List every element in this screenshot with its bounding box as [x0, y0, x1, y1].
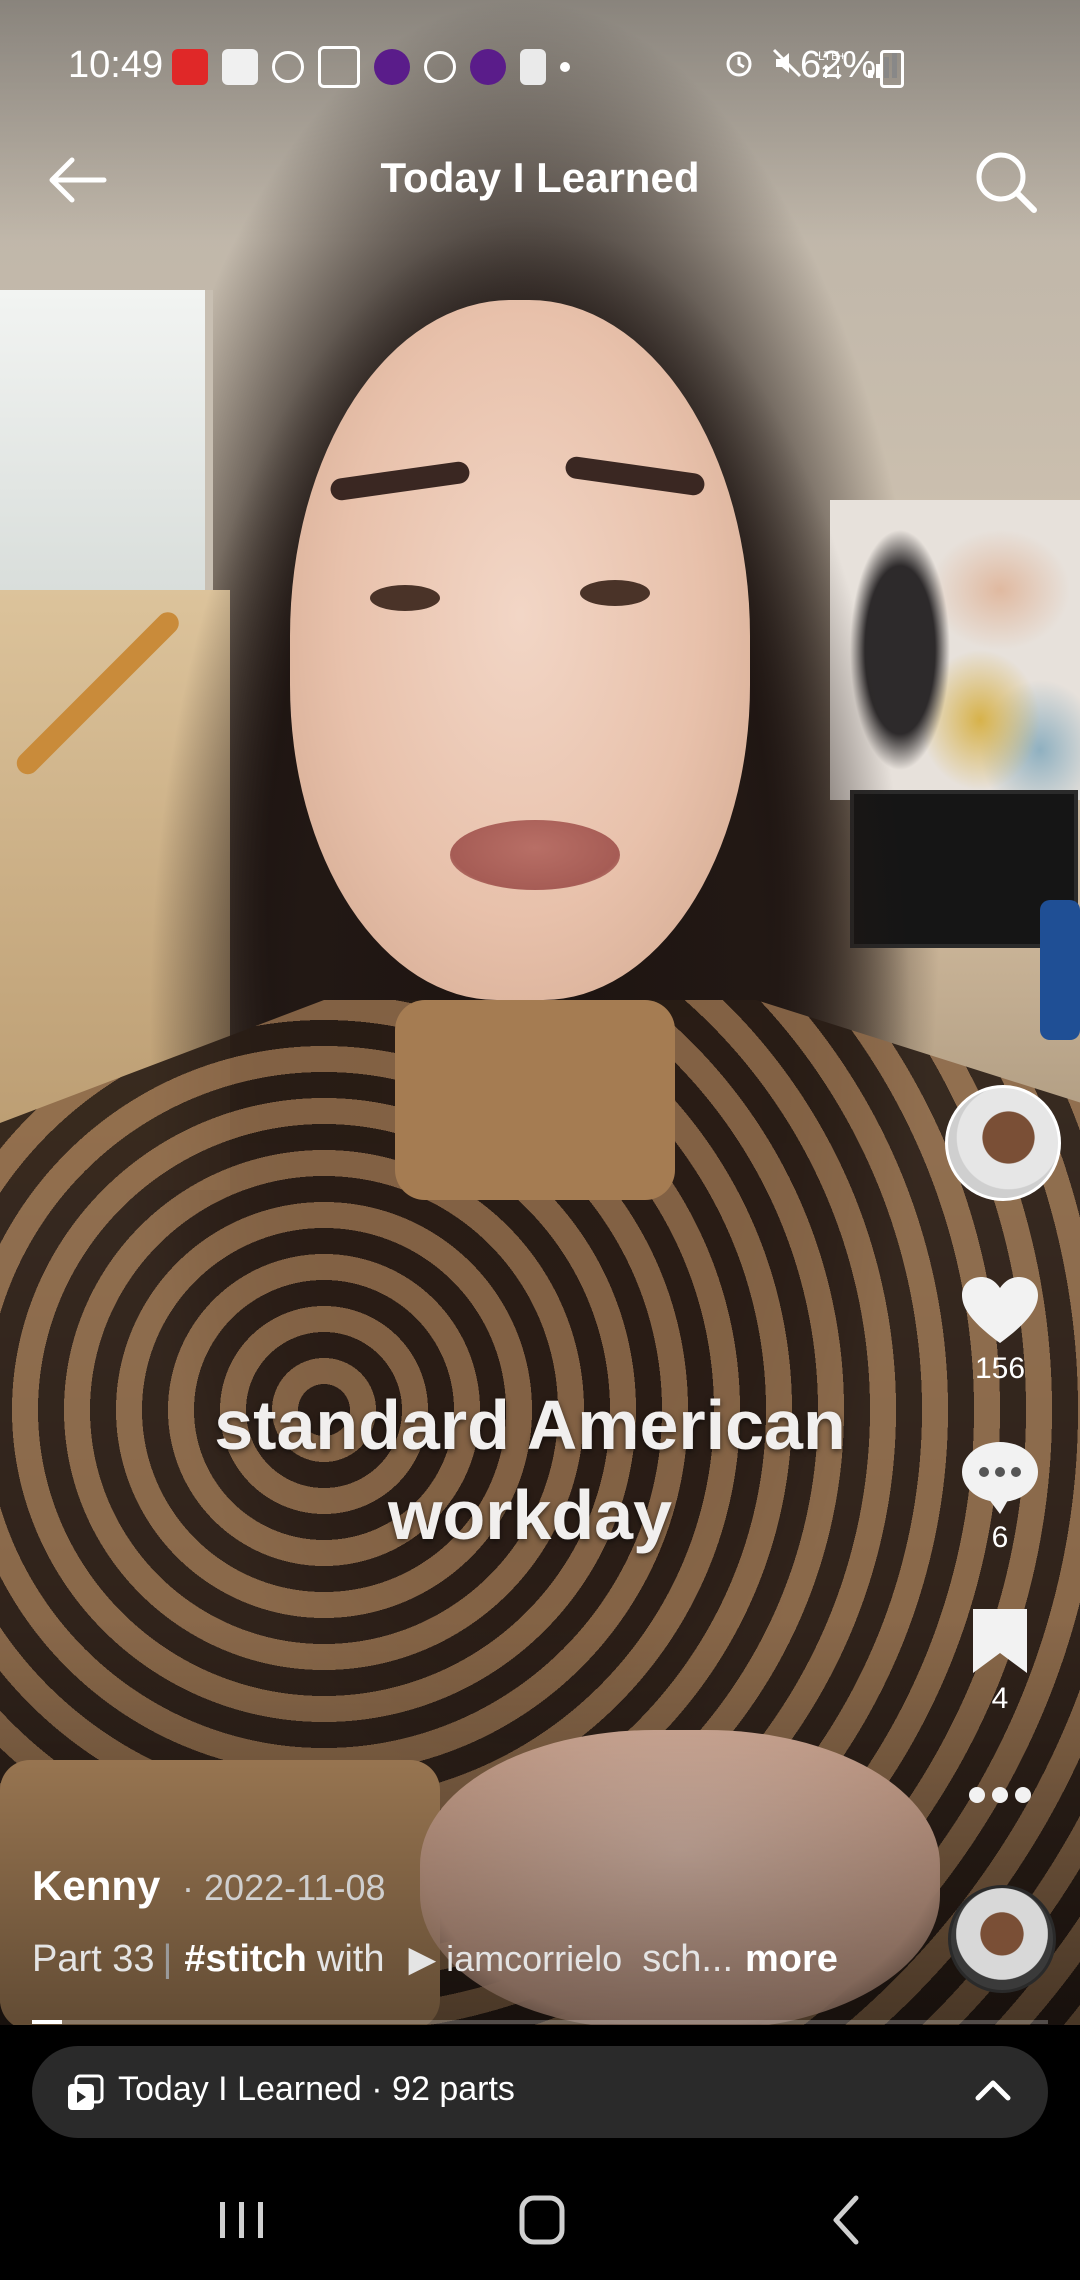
video-caption: standard American workday [140, 1380, 920, 1560]
more-link[interactable]: more [745, 1938, 838, 1980]
desc-with: with [316, 1938, 385, 1980]
like-button[interactable]: 156 [945, 1275, 1055, 1386]
author-name[interactable]: Kenny [32, 1862, 160, 1909]
recent-apps-button[interactable] [182, 2180, 302, 2260]
video-progress-fill [32, 2020, 63, 2024]
comment-icon [962, 1442, 1038, 1514]
like-count: 156 [974, 1352, 1026, 1385]
home-button[interactable] [482, 2180, 602, 2260]
caption-line-1: standard American [214, 1386, 846, 1464]
part-label: Part 33 [32, 1938, 155, 1980]
post-date: · 2022-11-08 [182, 1867, 386, 1908]
hashtag-stitch[interactable]: #stitch [184, 1938, 306, 1980]
timer-app-icon [272, 51, 304, 83]
mute-icon [772, 48, 802, 78]
more-options-button[interactable] [965, 1780, 1035, 1810]
pen-app-icon [424, 51, 456, 83]
creator-avatar[interactable] [945, 1085, 1061, 1201]
heart-icon [962, 1277, 1038, 1343]
search-button[interactable] [968, 144, 1044, 220]
gmail-icon [318, 46, 360, 88]
video-frame[interactable] [0, 0, 1080, 2025]
bookmark-icon [973, 1609, 1027, 1673]
comment-count: 6 [991, 1521, 1009, 1554]
back-nav-button[interactable] [786, 2180, 906, 2260]
status-time: 10:49 [68, 44, 164, 86]
mention-link[interactable]: ▶ iamcorrielo [408, 1938, 622, 1979]
message-app-icon [222, 49, 258, 85]
clipboard-icon [520, 49, 546, 85]
notification-icons [172, 46, 570, 88]
todo-app-icon [172, 49, 208, 85]
app-notification-icon-2 [470, 49, 506, 85]
page-title: Today I Learned [380, 154, 700, 201]
video-progress-bar[interactable] [32, 2020, 1048, 2024]
app-notification-icon [374, 49, 410, 85]
alarm-icon [726, 51, 752, 77]
chevron-up-icon[interactable] [972, 2070, 1014, 2112]
battery-percent: 62% [800, 44, 877, 86]
playlist-icon [68, 2074, 104, 2110]
desc-truncated: sch... [642, 1938, 734, 1980]
author-line: Kenny · 2022-11-08 [32, 1862, 386, 1910]
desc-separator: | [162, 1938, 173, 1980]
video-shade [0, 0, 1080, 2025]
comment-button[interactable]: 6 [945, 1440, 1055, 1555]
playlist-label: Today I Learned · 92 parts [118, 2070, 515, 2108]
top-header: Today I Learned [0, 130, 1080, 230]
video-description[interactable]: Part 33 | #stitch with ▶ iamcorrielo sch... mo… [32, 1938, 892, 1981]
playlist-bar[interactable]: Today I Learned · 92 parts [32, 2046, 1048, 2138]
caption-line-2: workday [388, 1476, 672, 1554]
status-bar: 10:49 LTE+ 62% [0, 0, 1080, 120]
save-count: 4 [991, 1682, 1009, 1715]
music-disc[interactable] [948, 1885, 1056, 1993]
battery-icon [880, 50, 904, 88]
save-button[interactable]: 4 [945, 1605, 1055, 1716]
more-notifications-dot-icon [560, 62, 570, 72]
system-nav-bar [0, 2160, 1080, 2280]
